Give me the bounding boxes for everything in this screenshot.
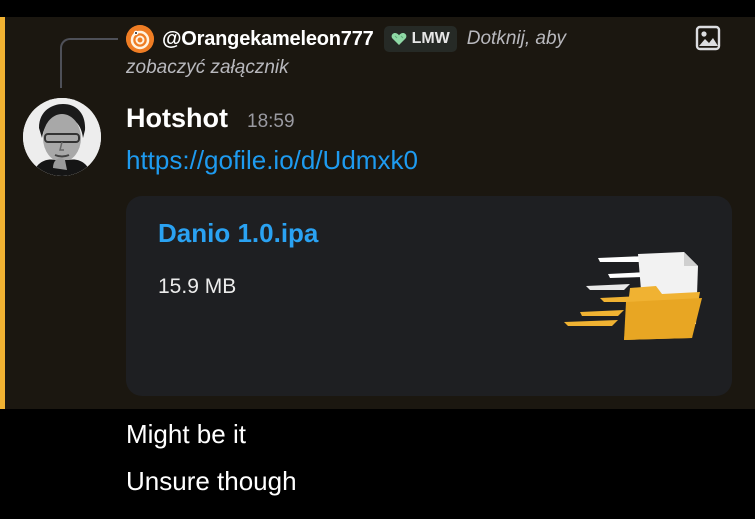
reply-snippet[interactable]: Dotknij, aby: [467, 28, 566, 50]
heart-icon: [391, 33, 406, 45]
message-author[interactable]: Hotshot: [126, 103, 228, 134]
top-strip: [0, 0, 755, 17]
reply-avatar[interactable]: [126, 25, 154, 53]
portrait-avatar-icon: [23, 98, 101, 176]
user-avatar[interactable]: [23, 98, 101, 176]
file-size: 15.9 MB: [158, 275, 237, 298]
reply-snippet-continued[interactable]: zobaczyć załącznik: [126, 57, 289, 79]
server-tag[interactable]: LMW: [383, 26, 457, 52]
chameleon-avatar-icon: [126, 25, 154, 53]
reply-connector: [60, 38, 118, 88]
mention-accent-bar: [0, 17, 5, 409]
reply-preview[interactable]: @Orangekameleon777 LMW Dotknij, aby: [162, 24, 566, 54]
followup-message: Unsure though: [126, 466, 297, 496]
fast-folder-icon: [564, 252, 702, 340]
image-icon[interactable]: [694, 24, 722, 52]
message-timestamp: 18:59: [247, 111, 295, 132]
followup-message: Might be it: [126, 419, 246, 449]
reply-author[interactable]: @Orangekameleon777: [162, 28, 374, 51]
server-tag-label: LMW: [411, 30, 450, 47]
file-name-link[interactable]: Danio 1.0.ipa: [158, 218, 318, 249]
message-link[interactable]: https://gofile.io/d/Udmxk0: [126, 145, 418, 176]
